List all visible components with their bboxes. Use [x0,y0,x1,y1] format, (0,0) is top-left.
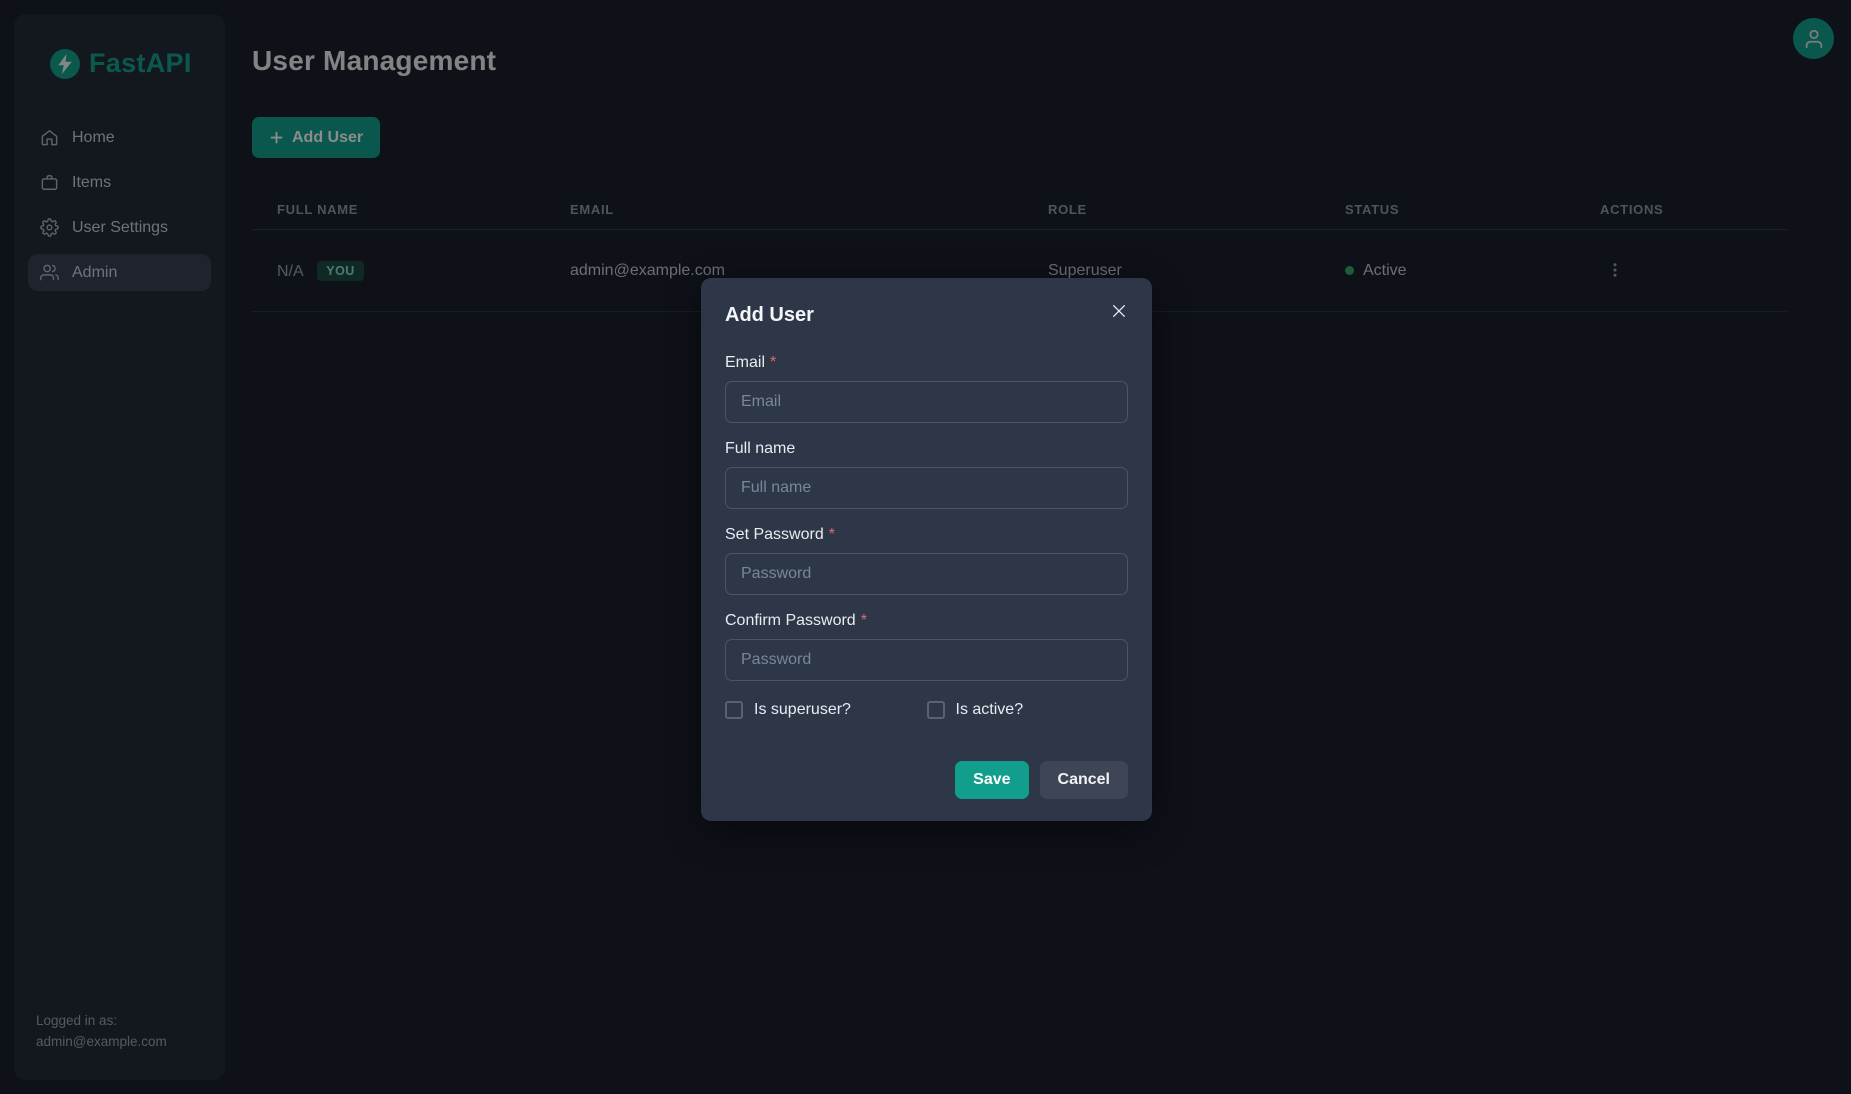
is-active-checkbox[interactable]: Is active? [927,701,1129,719]
confirm-password-label-text: Confirm Password [725,612,856,629]
email-field-group: Email * [725,354,1128,423]
save-button[interactable]: Save [955,761,1028,799]
cancel-button[interactable]: Cancel [1040,761,1128,799]
checkbox-box-icon[interactable] [725,701,743,719]
modal-close-button[interactable] [1104,296,1134,326]
required-marker: * [770,354,776,371]
set-password-field[interactable] [725,553,1128,595]
full-name-field-label: Full name [725,440,1128,458]
confirm-password-field-group: Confirm Password * [725,612,1128,681]
modal-footer: Save Cancel [955,761,1128,799]
email-field-label: Email * [725,354,1128,372]
email-field[interactable] [725,381,1128,423]
is-superuser-checkbox[interactable]: Is superuser? [725,701,927,719]
confirm-password-field-label: Confirm Password * [725,612,1128,630]
modal-title: Add User [725,304,1128,327]
add-user-form: Email * Full name Set Password * Confirm P… [725,354,1128,719]
set-password-field-group: Set Password * [725,526,1128,595]
set-password-field-label: Set Password * [725,526,1128,544]
add-user-modal: Add User Email * Full name Set Password * … [701,278,1152,821]
full-name-field[interactable] [725,467,1128,509]
confirm-password-field[interactable] [725,639,1128,681]
checkbox-box-icon[interactable] [927,701,945,719]
close-icon [1111,303,1127,319]
set-password-label-text: Set Password [725,526,824,543]
is-superuser-label: Is superuser? [754,701,851,719]
full-name-field-group: Full name [725,440,1128,509]
required-marker: * [861,612,867,629]
required-marker: * [829,526,835,543]
email-label-text: Email [725,354,765,371]
is-active-label: Is active? [956,701,1024,719]
checkbox-row: Is superuser? Is active? [725,701,1128,719]
